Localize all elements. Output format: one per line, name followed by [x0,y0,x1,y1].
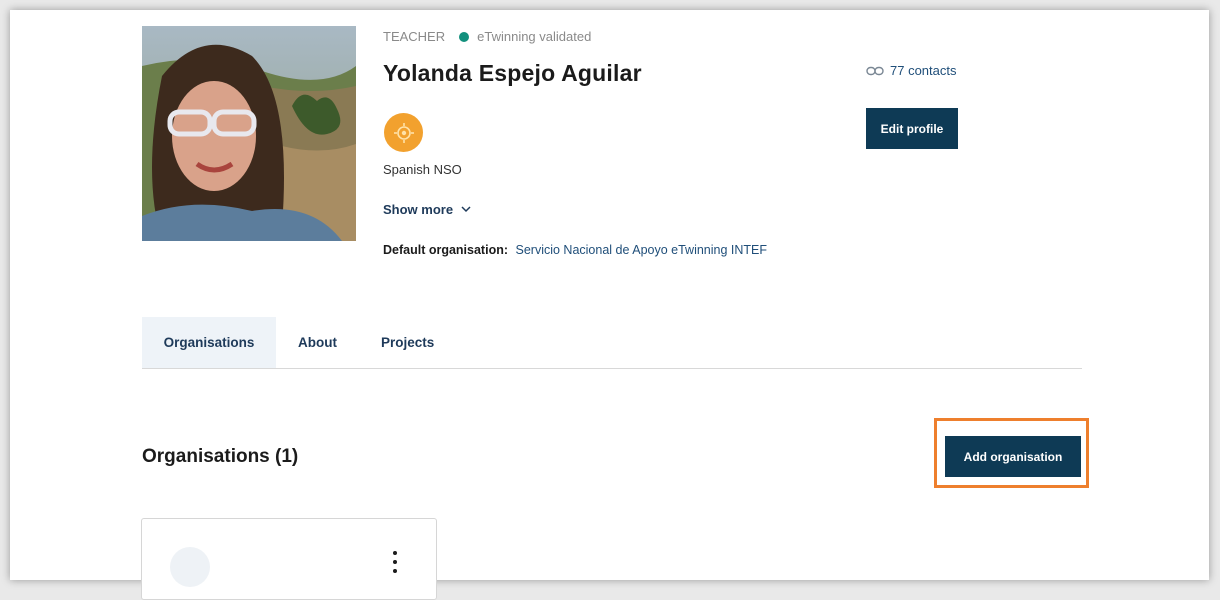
edit-profile-button[interactable]: Edit profile [866,108,958,149]
default-org-link[interactable]: Servicio Nacional de Apoyo eTwinning INT… [516,243,768,257]
role-row: TEACHER eTwinning validated [383,29,591,44]
profile-name: Yolanda Espejo Aguilar [383,60,642,86]
more-options-icon[interactable] [390,551,400,573]
organisation-logo-icon [170,547,210,587]
role-label: TEACHER [383,29,446,44]
profile-page: TEACHER eTwinning validated Yolanda Espe… [10,10,1209,600]
show-more-toggle[interactable]: Show more [383,202,471,217]
profile-tabs: Organisations About Projects [142,317,1082,369]
organisations-heading: Organisations (1) [142,446,299,467]
validated-dot-icon [459,31,470,42]
validation-status: eTwinning validated [477,29,592,44]
link-icon [866,66,884,75]
show-more-label: Show more [383,202,454,217]
affiliation: Spanish NSO [383,162,462,177]
avatar-photo [142,26,356,241]
tab-organisations[interactable]: Organisations [142,317,276,368]
organisation-card[interactable] [141,518,437,600]
chevron-down-icon [461,206,471,213]
default-org-label: Default organisation: [383,243,509,257]
nso-badge-icon [384,113,423,152]
add-organisation-button[interactable]: Add organisation [945,436,1081,477]
avatar [142,26,356,241]
default-organisation: Default organisation: Servicio Nacional … [383,243,767,257]
contacts-link[interactable]: 77 contacts [866,63,957,78]
tab-projects[interactable]: Projects [359,317,456,368]
contacts-count: 77 contacts [890,63,957,78]
tab-about[interactable]: About [276,317,359,368]
